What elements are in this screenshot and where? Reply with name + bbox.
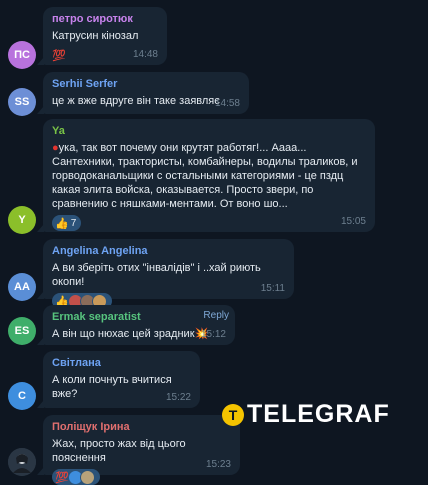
sender-name[interactable]: петро сиротюк <box>52 12 158 26</box>
user-photo-icon <box>8 448 36 476</box>
message-time: 15:23 <box>205 459 231 470</box>
avatar-initials: ПС <box>14 49 30 61</box>
message-text: Жах, просто жах від цього пояснення <box>52 438 186 464</box>
sender-name[interactable]: Ya <box>52 124 366 138</box>
message-text: Катрусин кінозал <box>52 30 139 42</box>
reactor-avatar <box>79 469 95 485</box>
message-bubble[interactable]: Поліщук Ірина Жах, просто жах від цього … <box>37 415 240 485</box>
message-time: 15:22 <box>165 392 191 403</box>
avatar[interactable]: C <box>8 382 36 410</box>
red-heart-icon: ● <box>52 142 59 154</box>
sender-name[interactable]: Serhii Serfer <box>52 77 240 91</box>
avatar[interactable]: ES <box>8 317 36 345</box>
message-bubble[interactable]: петро сиротюк Катрусин кінозал 💯 14:48 <box>37 7 167 65</box>
avatar-initials: SS <box>14 96 30 108</box>
reaction-thumbs-up[interactable]: 👍 7 <box>52 215 82 231</box>
message-time: 14:48 <box>132 49 158 60</box>
hundred-icon: 💯 <box>52 49 66 62</box>
telegraf-logo-icon: T <box>222 403 244 426</box>
message-text: ●ука, так вот почему они крутят работяг!… <box>52 141 366 211</box>
avatar-initials: C <box>18 390 26 402</box>
thumbs-up-icon: 👍 <box>55 217 69 230</box>
reaction-hundred[interactable]: 💯 <box>52 47 68 63</box>
avatar-initials: Y <box>18 214 26 226</box>
message-text-body: ука, так вот почему они крутят работяг!.… <box>52 142 358 210</box>
message-text: А ви зберіть отих "інвалідів" і ..хай ри… <box>52 262 261 288</box>
sender-name[interactable]: Світлана <box>52 356 191 370</box>
message-time: 15:12 <box>200 329 226 340</box>
message-text: це ж вже вдруге він таке заявляє <box>52 95 220 107</box>
reaction-count: 7 <box>70 217 77 229</box>
watermark-text: TELEGRAF <box>247 400 390 428</box>
sender-name[interactable]: Ermak separatist <box>52 310 226 324</box>
sender-name[interactable]: Angelina Angelina <box>52 244 285 258</box>
avatar[interactable]: Y <box>8 206 36 234</box>
telegraf-watermark: T TELEGRAF <box>222 400 390 429</box>
avatar-initials: ES <box>14 325 30 337</box>
reply-button[interactable]: Reply <box>203 310 229 321</box>
message-time: 15:05 <box>340 216 366 227</box>
avatar-initials: AA <box>14 281 30 293</box>
sender-name[interactable]: Поліщук Ірина <box>52 420 231 434</box>
hundred-icon: 💯 <box>55 471 69 484</box>
avatar[interactable] <box>8 448 36 476</box>
message-bubble[interactable]: Angelina Angelina А ви зберіть отих "інв… <box>37 239 294 309</box>
message-bubble[interactable]: Світлана А коли почнуть вчитися вже? 15:… <box>37 351 200 408</box>
chat-area[interactable]: ПС петро сиротюк Катрусин кінозал 💯 14:4… <box>0 0 428 485</box>
avatar[interactable]: AA <box>8 273 36 301</box>
message-time: 14:58 <box>214 98 240 109</box>
avatar[interactable]: SS <box>8 88 36 116</box>
message-text: А він що нюхає цей зрадник💥 <box>52 328 209 340</box>
message-time: 15:11 <box>260 283 285 294</box>
reaction-hundred[interactable]: 💯 <box>52 469 100 485</box>
avatar[interactable]: ПС <box>8 41 36 69</box>
message-bubble[interactable]: Serhii Serfer це ж вже вдруге він таке з… <box>37 72 249 114</box>
message-bubble[interactable]: Ermak separatist Reply А він що нюхає це… <box>37 305 235 345</box>
message-bubble[interactable]: Ya ●ука, так вот почему они крутят работ… <box>37 119 375 232</box>
